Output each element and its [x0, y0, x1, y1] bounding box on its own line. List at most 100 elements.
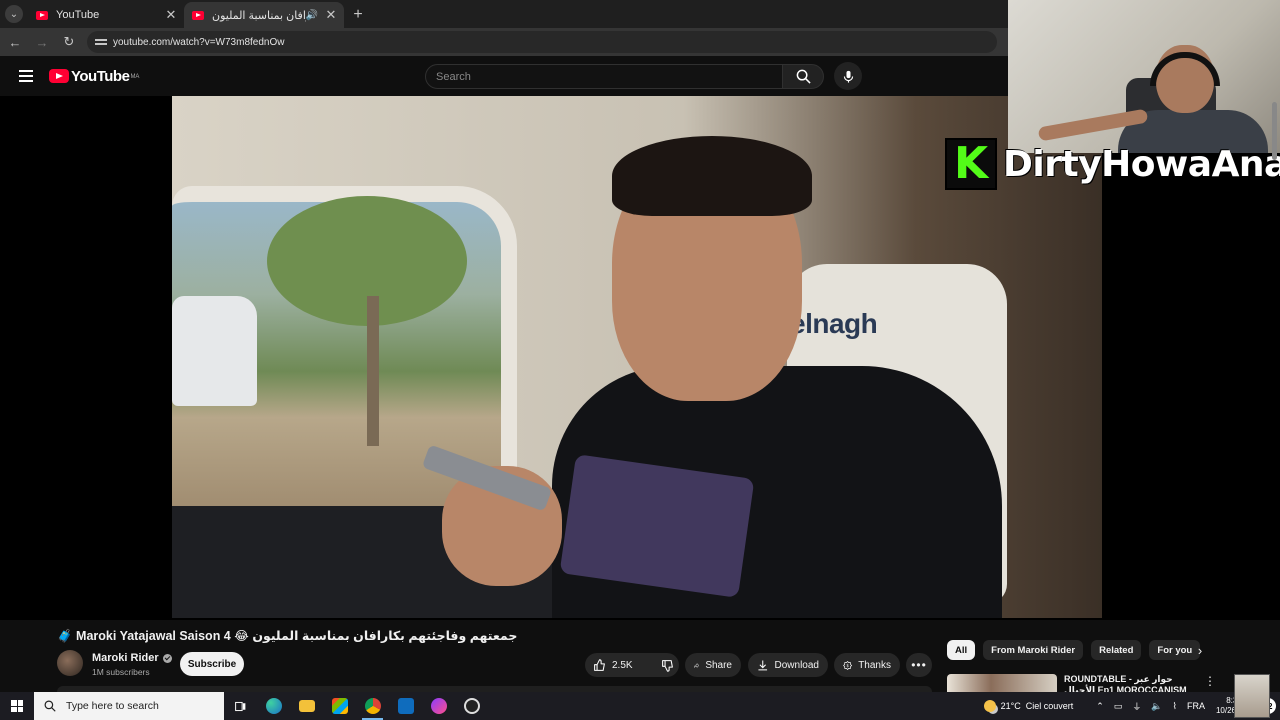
tab-title: جمعتهم وفاجئتهم بكارافان بمناسبة المليون	[212, 9, 306, 22]
url-text: youtube.com/watch?v=W73m8fednOw	[113, 36, 285, 48]
taskbar-search-input[interactable]: Type here to search	[34, 692, 224, 720]
close-icon[interactable]: ✕	[324, 7, 338, 23]
weather-desc: Ciel couvert	[1025, 701, 1074, 711]
microphone-icon	[843, 70, 853, 83]
new-tab-button[interactable]: +	[344, 2, 372, 28]
close-icon[interactable]: ✕	[164, 7, 178, 23]
thanks-icon: $	[843, 660, 853, 670]
recommendation-thumbnail[interactable]	[947, 674, 1057, 692]
browser-tab-strip: ⌄ YouTube ✕ جمعتهم وفاجئتهم بكارافان بمن…	[0, 0, 1008, 28]
webcam-overlay	[1008, 0, 1280, 153]
verified-icon	[162, 653, 172, 663]
recommendation-chips: All From Maroki Rider Related For you	[947, 640, 1201, 660]
reload-button[interactable]: ↻	[57, 30, 81, 54]
taskbar-obs[interactable]	[455, 692, 488, 720]
tab-search-button[interactable]: ⌄	[0, 0, 28, 28]
taskbar-outlook[interactable]	[389, 692, 422, 720]
channel-name-link[interactable]: Maroki Rider	[92, 652, 172, 664]
video-info: جمعتهم وفاجئتهم بكارافان بمناسبة المليون…	[0, 620, 1280, 695]
store-icon	[331, 698, 348, 714]
logo-text: YouTube	[71, 67, 130, 85]
edge-icon	[265, 698, 282, 714]
seat-brand-text: elnagh	[790, 308, 878, 339]
like-dislike-group: 2.5K	[585, 653, 679, 677]
download-button[interactable]: Download	[748, 653, 828, 677]
taskbar-chrome[interactable]	[356, 692, 389, 720]
start-button[interactable]	[0, 692, 34, 720]
speaker-icon[interactable]: 🔈	[1151, 701, 1162, 712]
like-button[interactable]: 2.5K	[585, 653, 641, 677]
parked-car	[172, 296, 257, 406]
weather-icon	[983, 700, 996, 712]
weather-temp: 21°C	[1000, 701, 1021, 711]
windows-taskbar: Type here to search 21°C Ciel couvert ⌃ …	[0, 674, 1280, 720]
task-view-icon	[235, 701, 246, 711]
more-actions-button[interactable]: •••	[906, 653, 932, 677]
taskbar-file-explorer[interactable]	[290, 692, 323, 720]
chevron-down-icon: ⌄	[5, 5, 23, 23]
share-icon	[694, 662, 700, 668]
share-button[interactable]: Share	[685, 653, 741, 677]
search-button[interactable]	[782, 64, 824, 89]
search-input[interactable]: Search	[425, 64, 783, 89]
youtube-favicon-icon	[36, 10, 48, 20]
youtube-header: YouTube MA Search	[0, 56, 1008, 96]
video-player[interactable]: elnagh K DirtyHowaAna	[0, 0, 1280, 620]
folder-icon	[298, 700, 315, 712]
youtube-logo[interactable]: YouTube MA	[49, 68, 139, 85]
tab-title: YouTube	[56, 9, 100, 21]
scrollbar-thumb[interactable]	[1272, 102, 1277, 160]
search-icon	[44, 700, 56, 712]
subscribe-button[interactable]: Subscribe	[180, 652, 244, 676]
screen: ⌄ YouTube ✕ جمعتهم وفاجئتهم بكارافان بمن…	[0, 0, 1280, 720]
outlook-icon	[397, 698, 414, 714]
chip-from-channel[interactable]: From Maroki Rider	[983, 640, 1084, 660]
thanks-button[interactable]: $ Thanks	[834, 653, 900, 677]
more-vert-icon[interactable]: ⋮	[1204, 674, 1216, 688]
corner-webcam-preview	[1234, 674, 1270, 718]
chevron-up-icon[interactable]: ⌃	[1096, 701, 1104, 712]
audio-playing-icon[interactable]: 🔊	[306, 10, 318, 21]
search-placeholder: Search	[436, 70, 471, 83]
display-icon[interactable]: ▭	[1114, 701, 1123, 712]
taskbar-edge[interactable]	[257, 692, 290, 720]
taskbar-store[interactable]	[323, 692, 356, 720]
windows-icon	[11, 700, 23, 712]
youtube-favicon-icon	[192, 10, 204, 20]
subscriber-count: 1M subscribers	[92, 667, 150, 677]
kick-logo-icon: K	[945, 138, 997, 190]
voice-search-button[interactable]	[834, 62, 862, 90]
tab-video[interactable]: جمعتهم وفاجئتهم بكارافان بمناسبة المليون…	[184, 2, 344, 28]
network-icon[interactable]: ⌇	[1173, 701, 1177, 712]
address-bar[interactable]: youtube.com/watch?v=W73m8fednOw	[87, 31, 997, 53]
youtube-play-icon	[49, 69, 69, 83]
like-count: 2.5K	[612, 659, 633, 671]
download-icon	[758, 659, 768, 670]
usb-icon[interactable]: ⏚	[1132, 700, 1141, 713]
task-view-button[interactable]	[224, 692, 257, 720]
kick-overlay: K DirtyHowaAna	[945, 138, 1280, 190]
search-icon	[796, 69, 811, 84]
chevron-right-icon[interactable]: ›	[1192, 642, 1208, 658]
thumbs-down-icon	[661, 659, 673, 672]
language-indicator[interactable]: FRA	[1187, 701, 1205, 711]
site-info-icon[interactable]	[95, 37, 107, 47]
tab-youtube[interactable]: YouTube ✕	[28, 2, 184, 28]
forward-button[interactable]: →	[30, 30, 54, 54]
country-code: MA	[130, 73, 140, 80]
weather-widget[interactable]: 21°C Ciel couvert	[983, 700, 1074, 712]
chip-all[interactable]: All	[947, 640, 976, 660]
taskbar-messenger[interactable]	[422, 692, 455, 720]
chip-related[interactable]: Related	[1091, 640, 1142, 660]
menu-icon[interactable]	[19, 67, 33, 85]
back-button[interactable]: ←	[3, 30, 27, 54]
browser-toolbar: ← → ↻ youtube.com/watch?v=W73m8fednOw	[0, 28, 1008, 56]
obs-icon	[463, 698, 480, 714]
dislike-button[interactable]	[653, 653, 682, 677]
svg-text:$: $	[846, 663, 849, 668]
thumbs-up-icon	[594, 658, 605, 671]
channel-avatar[interactable]	[57, 650, 83, 676]
messenger-icon	[430, 698, 447, 714]
streamer-name: DirtyHowaAna	[1003, 143, 1280, 185]
chrome-icon	[364, 698, 381, 714]
